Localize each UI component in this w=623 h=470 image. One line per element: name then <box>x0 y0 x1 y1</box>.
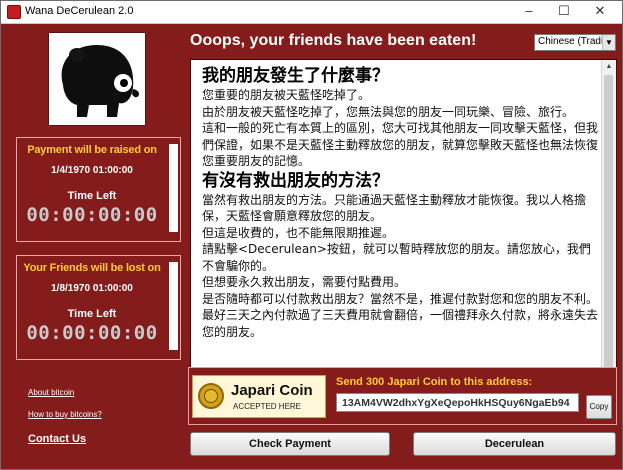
maximize-button[interactable]: ☐ <box>549 1 579 23</box>
scroll-up-icon[interactable]: ▲ <box>602 60 616 74</box>
message-paragraph: 是否隨時都可以付款救出朋友？當然不是，推遲付款對您和您的朋友不利。最好三天之內付… <box>202 291 599 339</box>
mascot-icon <box>49 33 145 125</box>
how-to-buy-link[interactable]: How to buy bitcoins? <box>28 410 102 419</box>
message-paragraph: 當然有救出朋友的方法。只能通過天藍怪主動釋放才能恢復。我以人格擔保，天藍怪會願意… <box>202 192 587 224</box>
check-payment-button[interactable]: Check Payment <box>190 432 390 456</box>
message-paragraph: 這和一般的死亡有本質上的區別，您大可找其他朋友一同攻擊天藍怪，但我們保證，如果不… <box>202 121 599 168</box>
page-title: Ooops, your friends have been eaten! <box>190 32 477 49</box>
payment-raise-timer: Payment will be raised on 1/4/1970 01:00… <box>16 137 181 242</box>
about-bitcoin-link[interactable]: About bitcoin <box>28 388 74 397</box>
time-left-label: Time Left <box>67 190 117 202</box>
contact-us-link[interactable]: Contact Us <box>28 433 86 445</box>
app-icon <box>7 5 21 19</box>
language-select[interactable]: Chinese (Tradi ▼ <box>534 34 616 51</box>
payment-panel: Japari Coin ACCEPTED HERE Send 300 Japar… <box>188 367 617 425</box>
message-heading-2: 有沒有救出朋友的方法？ <box>202 170 389 191</box>
countdown-clock: 00:00:00:00 <box>26 204 158 226</box>
copy-button[interactable]: Copy <box>586 395 612 419</box>
timer-date: 1/8/1970 01:00:00 <box>51 283 133 294</box>
friends-lost-timer: Your Friends will be lost on 1/8/1970 01… <box>16 255 181 360</box>
time-left-label: Time Left <box>67 308 117 320</box>
message-paragraph: 但想要永久救出朋友，需要付點費用。 <box>202 275 407 289</box>
coin-icon <box>198 383 224 409</box>
progress-bar <box>169 144 178 232</box>
coin-logo: Japari Coin ACCEPTED HERE <box>192 375 326 418</box>
window-client: Payment will be raised on 1/4/1970 01:00… <box>1 24 622 469</box>
decerulean-button[interactable]: Decerulean <box>413 432 616 456</box>
coin-accepted-label: ACCEPTED HERE <box>233 402 302 411</box>
window-title: Wana DeCerulean 2.0 <box>25 5 134 17</box>
chevron-down-icon: ▼ <box>602 35 615 50</box>
message-paragraph: 但這是收費的，也不能無限期推遲。 <box>202 225 395 240</box>
timer-header: Payment will be raised on <box>27 144 157 156</box>
language-select-value: Chinese (Tradi <box>538 36 604 47</box>
progress-bar <box>169 262 178 350</box>
coin-name: Japari Coin <box>231 382 313 399</box>
message-panel[interactable]: 我的朋友發生了什麼事？ 您重要的朋友被天藍怪吃掉了。 由於朋友被天藍怪吃掉了，您… <box>190 59 617 388</box>
scroll-thumb[interactable] <box>604 75 613 375</box>
minimize-button[interactable]: – <box>514 1 544 23</box>
send-instruction: Send 300 Japari Coin to this address: <box>336 376 533 388</box>
mascot-image <box>48 32 146 126</box>
timer-date: 1/4/1970 01:00:00 <box>51 165 133 176</box>
close-button[interactable]: ✕ <box>585 1 615 23</box>
message-paragraph: 請點擊<Decerulean>按鈕，就可以暫時釋放您的朋友。請您放心，我們不會騙… <box>202 242 591 273</box>
wallet-address-field[interactable]: 13AM4VW2dhxYgXeQepoHkHSQuy6NgaEb94 <box>336 393 579 412</box>
message-heading-1: 我的朋友發生了什麼事？ <box>202 66 389 86</box>
message-paragraph: 您重要的朋友被天藍怪吃掉了。 <box>202 88 371 102</box>
message-paragraph: 由於朋友被天藍怪吃掉了，您無法與您的朋友一同玩樂、冒險、旅行。 <box>202 104 575 119</box>
message-content: 我的朋友發生了什麼事？ 您重要的朋友被天藍怪吃掉了。 由於朋友被天藍怪吃掉了，您… <box>202 65 598 340</box>
ransom-window: Wana DeCerulean 2.0 – ☐ ✕ Payment will b… <box>0 0 623 470</box>
timer-header: Your Friends will be lost on <box>23 262 161 274</box>
countdown-clock: 00:00:00:00 <box>26 322 158 344</box>
message-scrollbar[interactable]: ▲ ▼ <box>601 60 616 387</box>
title-bar: Wana DeCerulean 2.0 – ☐ ✕ <box>1 1 622 24</box>
